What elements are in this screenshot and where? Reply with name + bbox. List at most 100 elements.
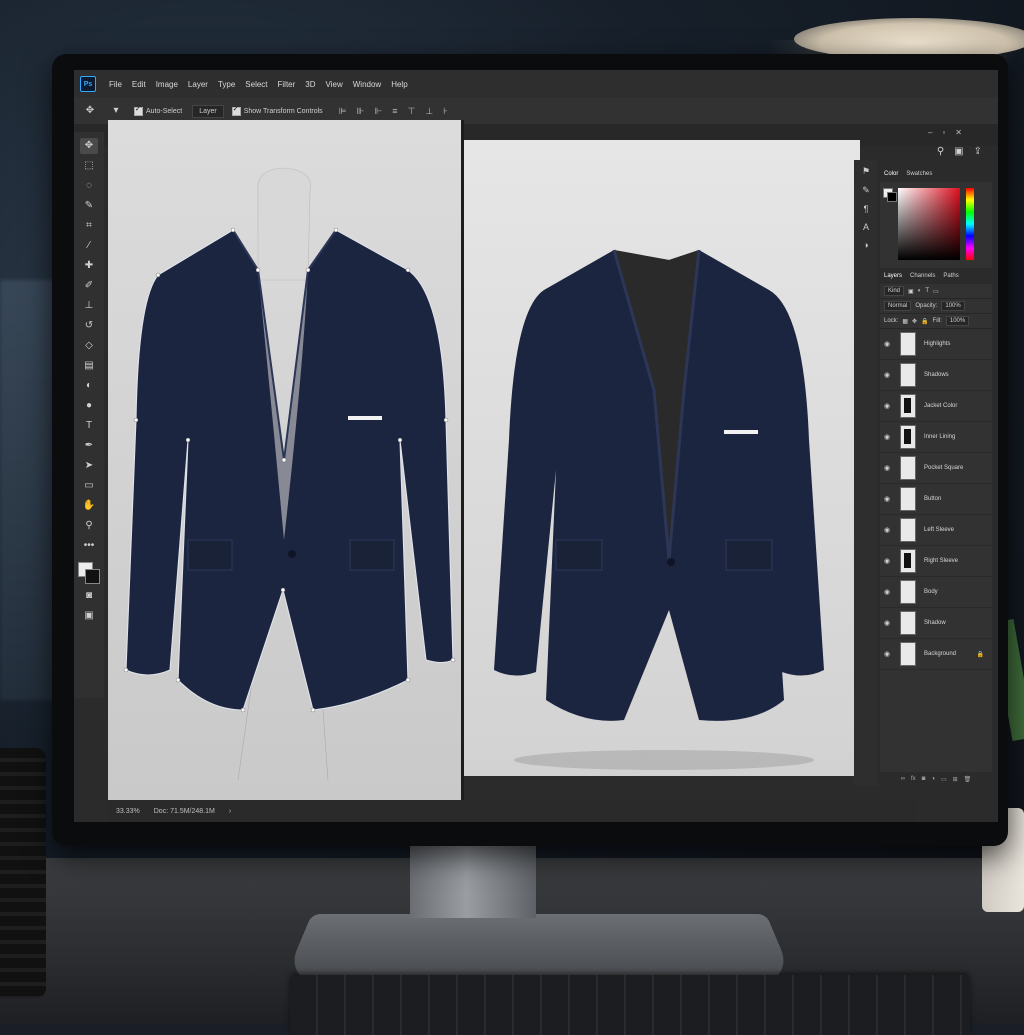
move-icon[interactable]: ✥ bbox=[80, 138, 98, 154]
gradient-icon[interactable]: ▤ bbox=[80, 358, 98, 374]
layer-row[interactable]: ◉ Background 🔒 bbox=[880, 639, 992, 670]
visibility-eye-icon[interactable]: ◉ bbox=[884, 588, 892, 596]
tab-layers[interactable]: Layers bbox=[884, 273, 902, 279]
path-select-icon[interactable]: ➤ bbox=[80, 458, 98, 474]
filter-pixel-icon[interactable]: ▣ bbox=[908, 288, 914, 295]
hand-icon[interactable]: ✋ bbox=[80, 498, 98, 514]
more-icon[interactable]: ••• bbox=[80, 538, 98, 554]
tab-swatches[interactable]: Swatches bbox=[906, 171, 932, 177]
search-icon[interactable]: ⚲ bbox=[937, 146, 944, 157]
blend-mode-dropdown[interactable]: Normal bbox=[884, 301, 912, 311]
layer-row[interactable]: ◉ Highlights bbox=[880, 329, 992, 360]
restore-icon[interactable]: ▫ bbox=[942, 128, 945, 137]
auto-select-target-dropdown[interactable]: Layer bbox=[192, 104, 224, 118]
distribute-icon[interactable]: ≡ bbox=[392, 106, 397, 117]
new-group-icon[interactable]: ▭ bbox=[941, 776, 947, 783]
tab-color[interactable]: Color bbox=[884, 171, 898, 177]
menu-3d[interactable]: 3D bbox=[300, 80, 320, 89]
layer-row[interactable]: ◉ Shadows bbox=[880, 360, 992, 391]
auto-select-checkbox[interactable] bbox=[134, 105, 143, 116]
marquee-icon[interactable]: ⬚ bbox=[80, 158, 98, 174]
clone-stamp-icon[interactable]: ⊥ bbox=[80, 298, 98, 314]
quick-select-icon[interactable]: ✎ bbox=[80, 198, 98, 214]
lasso-icon[interactable]: ◌ bbox=[80, 178, 98, 194]
menu-layer[interactable]: Layer bbox=[183, 80, 213, 89]
adjust-panel-icon[interactable]: ◑ bbox=[863, 240, 868, 250]
filter-shape-icon[interactable]: ▭ bbox=[933, 288, 939, 295]
lock-all-icon[interactable]: 🔒 bbox=[921, 318, 928, 325]
screen-mode-icon[interactable]: ▣ bbox=[80, 608, 98, 624]
align-center-icon[interactable]: ⊪ bbox=[357, 106, 365, 117]
panel-background-swatch[interactable] bbox=[887, 192, 897, 202]
workspace-icon[interactable]: ▣ bbox=[954, 146, 963, 157]
brush-icon[interactable]: ✐ bbox=[80, 278, 98, 294]
jacket-with-path-overlay[interactable] bbox=[108, 120, 461, 800]
blur-icon[interactable]: ◐ bbox=[80, 378, 98, 394]
lock-icon[interactable]: 🔒 bbox=[977, 651, 984, 658]
layer-row[interactable]: ◉ Inner Lining bbox=[880, 422, 992, 453]
align-bottom-icon[interactable]: ⊦ bbox=[443, 106, 448, 117]
type-icon[interactable]: T bbox=[80, 418, 98, 434]
minimize-icon[interactable]: – bbox=[928, 128, 932, 137]
color-picker-field[interactable] bbox=[898, 188, 960, 260]
menu-window[interactable]: Window bbox=[348, 80, 386, 89]
share-icon[interactable]: ⇪ bbox=[974, 146, 982, 157]
menu-view[interactable]: View bbox=[321, 80, 348, 89]
menu-select[interactable]: Select bbox=[240, 80, 272, 89]
hue-slider[interactable] bbox=[966, 188, 974, 260]
crop-icon[interactable]: ⌗ bbox=[80, 218, 98, 234]
history-panel-icon[interactable]: ⚑ bbox=[862, 166, 870, 177]
layer-row[interactable]: ◉ Button bbox=[880, 484, 992, 515]
character-panel-icon[interactable]: A bbox=[863, 222, 869, 232]
kind-filter-dropdown[interactable]: Kind bbox=[884, 286, 905, 296]
zoom-level[interactable]: 33.33% bbox=[116, 808, 140, 815]
align-left-icon[interactable]: ⊫ bbox=[339, 106, 347, 117]
filter-adjust-icon[interactable]: ◐ bbox=[918, 288, 922, 294]
brush-panel-icon[interactable]: ✎ bbox=[862, 185, 870, 196]
close-icon[interactable]: ✕ bbox=[955, 128, 962, 137]
link-layers-icon[interactable]: ∞ bbox=[901, 776, 905, 782]
add-mask-icon[interactable]: ◙ bbox=[922, 776, 926, 782]
healing-icon[interactable]: ✚ bbox=[80, 258, 98, 274]
color-swatches[interactable] bbox=[78, 562, 100, 584]
menu-type[interactable]: Type bbox=[213, 80, 240, 89]
tool-preset-icon[interactable]: ▾ bbox=[110, 105, 122, 117]
history-brush-icon[interactable]: ↺ bbox=[80, 318, 98, 334]
shape-icon[interactable]: ▭ bbox=[80, 478, 98, 494]
filter-type-icon[interactable]: T bbox=[925, 288, 929, 294]
menu-edit[interactable]: Edit bbox=[127, 80, 151, 89]
visibility-eye-icon[interactable]: ◉ bbox=[884, 371, 892, 379]
paragraph-panel-icon[interactable]: ¶ bbox=[864, 204, 869, 214]
layer-row[interactable]: ◉ Pocket Square bbox=[880, 453, 992, 484]
quick-mask-icon[interactable]: ◙ bbox=[80, 588, 98, 604]
menu-help[interactable]: Help bbox=[386, 80, 412, 89]
visibility-eye-icon[interactable]: ◉ bbox=[884, 433, 892, 441]
visibility-eye-icon[interactable]: ◉ bbox=[884, 650, 892, 658]
background-color-swatch[interactable] bbox=[85, 569, 100, 584]
tab-paths[interactable]: Paths bbox=[943, 273, 958, 279]
layer-row[interactable]: ◉ Jacket Color bbox=[880, 391, 992, 422]
align-middle-icon[interactable]: ⊥ bbox=[425, 106, 433, 117]
delete-layer-icon[interactable]: 🗑 bbox=[964, 776, 972, 783]
visibility-eye-icon[interactable]: ◉ bbox=[884, 619, 892, 627]
lock-position-icon[interactable]: ✥ bbox=[912, 318, 917, 325]
menu-filter[interactable]: Filter bbox=[273, 80, 301, 89]
visibility-eye-icon[interactable]: ◉ bbox=[884, 495, 892, 503]
layer-row[interactable]: ◉ Shadow bbox=[880, 608, 992, 639]
fill-input[interactable]: 100% bbox=[945, 316, 970, 326]
new-layer-icon[interactable]: ⊞ bbox=[953, 776, 958, 783]
align-top-icon[interactable]: ⊤ bbox=[407, 106, 415, 117]
align-right-icon[interactable]: ⊩ bbox=[374, 106, 382, 117]
lock-pixels-icon[interactable]: ▦ bbox=[902, 318, 908, 325]
eraser-icon[interactable]: ◇ bbox=[80, 338, 98, 354]
zoom-icon[interactable]: ⚲ bbox=[80, 518, 98, 534]
status-expand-icon[interactable]: › bbox=[229, 808, 231, 815]
visibility-eye-icon[interactable]: ◉ bbox=[884, 464, 892, 472]
adjustment-layer-icon[interactable]: ◑ bbox=[931, 776, 935, 782]
eyedropper-icon[interactable]: ⁄ bbox=[80, 238, 98, 254]
layer-row[interactable]: ◉ Left Sleeve bbox=[880, 515, 992, 546]
show-transform-checkbox[interactable] bbox=[231, 105, 241, 116]
opacity-input[interactable]: 100% bbox=[941, 301, 965, 311]
fx-icon[interactable]: fx bbox=[911, 776, 916, 782]
visibility-eye-icon[interactable]: ◉ bbox=[884, 402, 892, 410]
